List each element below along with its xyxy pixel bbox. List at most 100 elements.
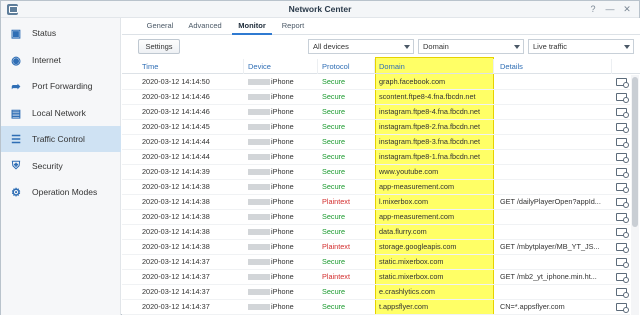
cell-domain: t.appsflyer.com: [379, 302, 429, 311]
table-row[interactable]: 2020-03-12 14:14:38 iPhone Secure data.flur…: [122, 225, 630, 240]
table-row[interactable]: 2020-03-12 14:14:38 iPhone Secure app-measu…: [122, 180, 630, 195]
sidebar-item-traffic-control[interactable]: ☰ Traffic Control: [1, 126, 121, 152]
tab-monitor[interactable]: Monitor: [232, 18, 272, 35]
cell-details: [496, 180, 612, 195]
table-row[interactable]: 2020-03-12 14:14:37 iPhone Secure e.crashly…: [122, 285, 630, 300]
cell-domain: data.flurry.com: [379, 227, 427, 236]
cell-device: iPhone: [244, 255, 318, 270]
table-row[interactable]: 2020-03-12 14:14:45 iPhone Secure instagram…: [122, 120, 630, 135]
network-icon: ▤: [10, 107, 22, 120]
view-details-icon[interactable]: [616, 168, 629, 178]
table-row[interactable]: 2020-03-12 14:14:38 iPhone Plaintext l.mixe…: [122, 195, 630, 210]
redacted-device-name: [248, 109, 270, 116]
view-details-icon[interactable]: [616, 93, 629, 103]
column-header-domain[interactable]: Domain: [375, 59, 494, 74]
cell-details: [496, 150, 612, 165]
table-row[interactable]: 2020-03-12 14:14:44 iPhone Secure instagram…: [122, 135, 630, 150]
view-details-icon[interactable]: [616, 78, 629, 88]
scrollbar-thumb[interactable]: [632, 77, 638, 227]
view-details-icon[interactable]: [616, 213, 629, 223]
cell-time: 2020-03-12 14:14:38: [142, 212, 210, 221]
traffic-filter-select[interactable]: Live traffic: [528, 39, 634, 54]
view-details-icon[interactable]: [616, 288, 629, 298]
chevron-down-icon: [514, 45, 520, 49]
view-details-icon[interactable]: [616, 228, 629, 238]
cell-domain: instagram.ftpe8-4.fna.fbcdn.net: [379, 107, 481, 116]
cell-device-text: iPhone: [271, 272, 294, 281]
table-row[interactable]: 2020-03-12 14:14:37 iPhone Secure t.appsfly…: [122, 300, 630, 315]
cell-domain: instagram.ftpe8-3.fna.fbcdn.net: [379, 137, 481, 146]
sidebar-item-internet[interactable]: ◉ Internet: [1, 47, 121, 73]
tab-report[interactable]: Report: [278, 18, 308, 35]
cell-device-text: iPhone: [271, 212, 294, 221]
view-details-icon[interactable]: [616, 153, 629, 163]
cell-time: 2020-03-12 14:14:50: [142, 77, 210, 86]
cell-device-text: iPhone: [271, 167, 294, 176]
cell-details: [496, 120, 612, 135]
sidebar-item-local-network[interactable]: ▤ Local Network: [1, 100, 121, 126]
table-row[interactable]: 2020-03-12 14:14:37 iPhone Plaintext static…: [122, 270, 630, 285]
column-header-time[interactable]: Time: [138, 59, 244, 74]
view-details-icon[interactable]: [616, 138, 629, 148]
vertical-scrollbar[interactable]: [631, 75, 639, 315]
group-filter-select[interactable]: Domain: [418, 39, 524, 54]
cell-time: 2020-03-12 14:14:46: [142, 107, 210, 116]
table-row[interactable]: 2020-03-12 14:14:39 iPhone Secure www.youtu…: [122, 165, 630, 180]
sidebar-item-label: Security: [32, 161, 63, 171]
sidebar-item-status[interactable]: ▣ Status: [1, 20, 121, 46]
view-details-icon[interactable]: [616, 108, 629, 118]
table-row[interactable]: 2020-03-12 14:14:38 iPhone Secure app-measu…: [122, 210, 630, 225]
table-row[interactable]: 2020-03-12 14:14:44 iPhone Secure instagram…: [122, 150, 630, 165]
cell-device-text: iPhone: [271, 242, 294, 251]
sidebar-item-security[interactable]: ⛨ Security: [1, 153, 121, 179]
view-details-icon[interactable]: [616, 123, 629, 133]
device-filter-select[interactable]: All devices: [308, 39, 414, 54]
sidebar-item-operation-modes[interactable]: ⚙ Operation Modes: [1, 179, 121, 205]
chevron-down-icon: [404, 45, 410, 49]
cell-protocol: Secure: [322, 287, 346, 296]
cell-details: [496, 285, 612, 300]
table-row[interactable]: 2020-03-12 14:14:46 iPhone Secure instagram…: [122, 105, 630, 120]
redacted-device-name: [248, 169, 270, 176]
tab-advanced[interactable]: Advanced: [184, 18, 226, 35]
view-details-icon[interactable]: [616, 243, 629, 253]
minimize-icon[interactable]: —: [604, 3, 616, 15]
cell-details: CN=*.appsflyer.com: [500, 302, 565, 311]
cell-time: 2020-03-12 14:14:44: [142, 137, 210, 146]
cell-protocol: Secure: [322, 137, 346, 146]
column-header-device[interactable]: Device: [244, 59, 318, 74]
cell-details: GET /mb2_yt_iphone.min.ht...: [500, 272, 597, 281]
cell-protocol: Secure: [322, 152, 346, 161]
table-row[interactable]: 2020-03-12 14:14:38 iPhone Plaintext storag…: [122, 240, 630, 255]
cell-details: [496, 105, 612, 120]
close-icon[interactable]: ✕: [621, 3, 633, 15]
table-row[interactable]: 2020-03-12 14:14:37 iPhone Secure static.mi…: [122, 255, 630, 270]
column-header-protocol[interactable]: Protocol: [318, 59, 375, 74]
cell-protocol: Secure: [322, 302, 346, 311]
view-details-icon[interactable]: [616, 198, 629, 208]
help-icon[interactable]: ?: [587, 3, 599, 15]
table-row[interactable]: 2020-03-12 14:14:50 iPhone Secure graph.fac…: [122, 75, 630, 90]
cell-device-text: iPhone: [271, 182, 294, 191]
cell-device-text: iPhone: [271, 77, 294, 86]
cell-device-text: iPhone: [271, 152, 294, 161]
cell-domain: app-measurement.com: [379, 182, 455, 191]
device-filter-value: All devices: [313, 42, 349, 51]
settings-button[interactable]: Settings: [138, 39, 180, 54]
sidebar-item-label: Status: [32, 28, 57, 38]
view-details-icon[interactable]: [616, 183, 629, 193]
column-header-details[interactable]: Details: [496, 59, 612, 74]
cell-protocol: Plaintext: [322, 242, 350, 251]
cell-device: iPhone: [244, 180, 318, 195]
table-row[interactable]: 2020-03-12 14:14:46 iPhone Secure scontent.…: [122, 90, 630, 105]
tab-general[interactable]: General: [142, 18, 178, 35]
sidebar-item-port-forwarding[interactable]: ➦ Port Forwarding: [1, 73, 121, 99]
cell-device: iPhone: [244, 300, 318, 315]
view-details-icon[interactable]: [616, 258, 629, 268]
cell-details: GET /mbytplayer/MB_YT_JS...: [500, 242, 600, 251]
sidebar-item-label: Port Forwarding: [32, 81, 93, 91]
cell-device-text: iPhone: [271, 92, 294, 101]
view-details-icon[interactable]: [616, 273, 629, 283]
view-details-icon[interactable]: [616, 303, 629, 313]
network-center-window: Network Center ? — ✕ ▣ Status ◉ Internet…: [0, 0, 640, 315]
